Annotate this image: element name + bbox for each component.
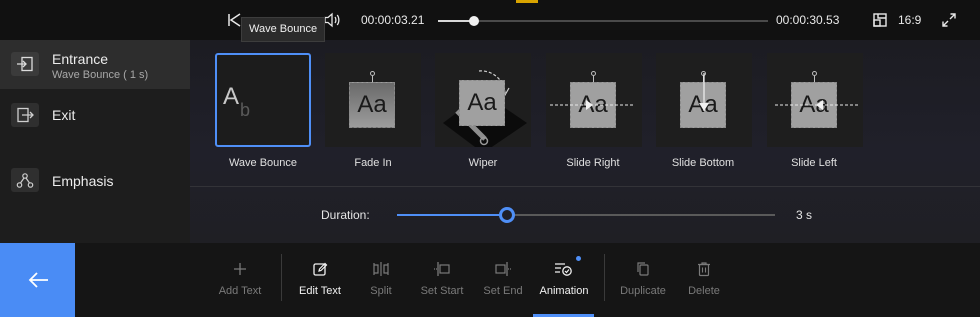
animation-icon <box>532 260 596 278</box>
animation-label: Wave Bounce <box>228 157 298 169</box>
total-time: 00:00:30.53 <box>776 13 840 27</box>
seek-handle[interactable] <box>469 16 480 26</box>
add-text-button[interactable]: Add Text <box>208 260 272 304</box>
plus-icon <box>208 260 272 278</box>
category-title: Exit <box>52 107 76 123</box>
divider <box>190 186 980 187</box>
animation-label: Slide Left <box>791 157 837 169</box>
bottom-toolbar: Add Text Edit Text Split Set Start Set E… <box>0 243 980 317</box>
animation-tile-slide-left[interactable]: Aa <box>767 53 863 147</box>
split-icon <box>349 260 413 278</box>
animation-button[interactable]: Animation <box>532 256 596 304</box>
duration-slider[interactable] <box>397 207 775 223</box>
duration-handle[interactable] <box>498 207 515 223</box>
category-emphasis[interactable]: Emphasis <box>0 160 190 200</box>
video-frame-edge <box>516 0 538 3</box>
animation-category-sidebar: Entrance Wave Bounce ( 1 s) Exit Emphasi… <box>0 40 190 243</box>
exit-icon <box>11 103 39 127</box>
animation-gallery: A b Wave Bounce Aa Fade In Aa Wiper Aa S… <box>190 40 980 243</box>
preview-text: Aa <box>357 91 387 118</box>
aspect-ratio-icon[interactable] <box>871 10 889 30</box>
duration-fill <box>397 214 507 216</box>
arrow-left-icon <box>28 272 48 288</box>
back-button[interactable] <box>0 243 75 317</box>
set-end-button[interactable]: Set End <box>471 260 535 304</box>
preview-letter-faded: b <box>240 100 251 120</box>
category-title: Entrance <box>52 51 109 67</box>
emphasis-icon <box>11 168 39 192</box>
preview-box: Aa <box>349 82 395 128</box>
player-bar: 00:00:03.21 00:00:30.53 16:9 <box>0 0 980 40</box>
preview-box: Aa <box>459 80 505 126</box>
aspect-ratio-label[interactable]: 16:9 <box>898 13 921 27</box>
fullscreen-icon[interactable] <box>940 10 958 30</box>
split-button[interactable]: Split <box>349 260 413 304</box>
animation-label: Slide Bottom <box>671 157 735 169</box>
tooltip: Wave Bounce <box>241 17 326 42</box>
set-start-button[interactable]: Set Start <box>410 260 474 304</box>
delete-button[interactable]: Delete <box>672 260 736 304</box>
tool-label: Add Text <box>218 285 262 297</box>
preview-letter: A <box>223 83 240 110</box>
notification-dot <box>576 256 581 261</box>
category-exit[interactable]: Exit <box>0 89 190 140</box>
animation-tile-wiper[interactable]: Aa <box>435 53 531 147</box>
tool-label: Delete <box>688 285 720 297</box>
duplicate-button[interactable]: Duplicate <box>611 260 675 304</box>
category-entrance[interactable]: Entrance Wave Bounce ( 1 s) <box>0 40 190 89</box>
animation-tile-fade-in[interactable]: Aa <box>325 53 421 147</box>
animation-tile-wave-bounce[interactable]: A b <box>215 53 311 147</box>
animation-label: Slide Right <box>566 157 620 169</box>
current-time: 00:00:03.21 <box>361 13 425 27</box>
entrance-icon <box>11 52 39 76</box>
delete-icon <box>672 260 736 278</box>
animation-label: Fade In <box>354 157 392 169</box>
animation-tile-slide-bottom[interactable]: Aa <box>656 53 752 147</box>
animation-label: Wiper <box>468 157 498 169</box>
animation-tile-slide-right[interactable]: Aa <box>546 53 642 147</box>
arrow-down-icon <box>699 73 709 111</box>
tool-label: Animation <box>539 285 589 297</box>
category-title: Emphasis <box>52 173 114 189</box>
duration-label: Duration: <box>321 208 370 222</box>
edit-icon <box>288 260 352 278</box>
edit-text-button[interactable]: Edit Text <box>288 260 352 304</box>
preview-text: Aa <box>467 89 497 116</box>
duplicate-icon <box>611 260 675 278</box>
set-end-icon <box>471 260 535 278</box>
duration-value: 3 s <box>796 208 813 222</box>
set-start-icon <box>410 260 474 278</box>
seek-slider[interactable] <box>438 16 768 26</box>
arrow-left-icon <box>775 100 859 110</box>
category-subtitle: Wave Bounce ( 1 s) <box>52 69 149 81</box>
arrow-right-icon <box>550 100 634 110</box>
